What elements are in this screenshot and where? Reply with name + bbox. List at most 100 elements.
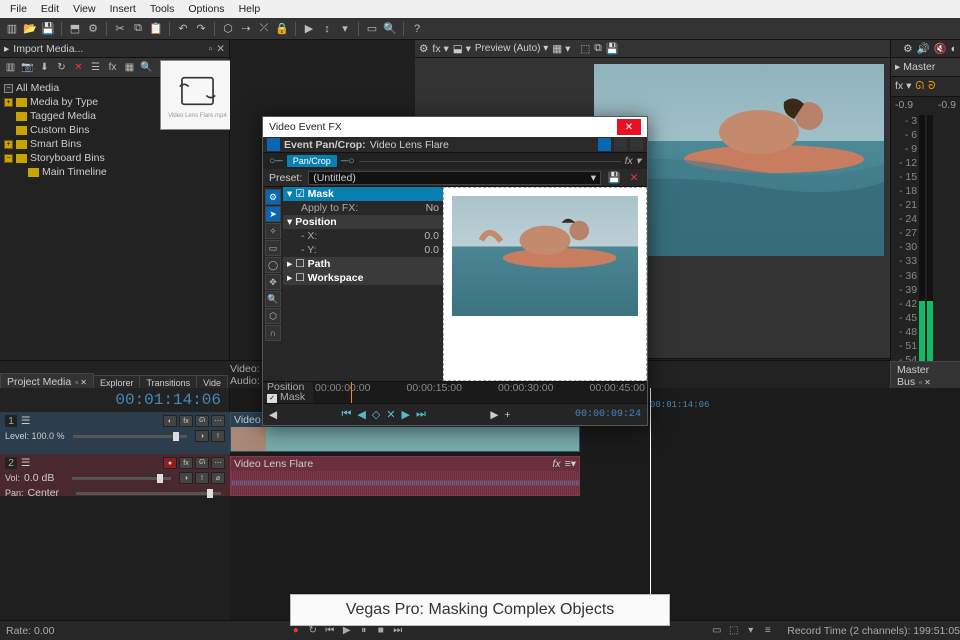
menu-view[interactable]: View: [67, 2, 102, 16]
fx-icon[interactable]: fx: [179, 457, 193, 469]
tab-master-bus[interactable]: Master Bus▫ ✕: [890, 361, 960, 390]
save-icon[interactable]: 💾: [606, 42, 619, 55]
mask-section[interactable]: ▾ ☑Mask: [283, 187, 443, 201]
automation-icon[interactable]: ᘏ: [195, 415, 209, 427]
ripple-icon[interactable]: ⇢: [238, 21, 254, 37]
dialog-titlebar[interactable]: Video Event FX ✕: [263, 117, 647, 137]
panel-close-icon[interactable]: ✕: [216, 43, 225, 55]
keyframe-cursor[interactable]: [351, 382, 352, 403]
paste-icon[interactable]: 📋: [148, 21, 164, 37]
pan-slider[interactable]: [76, 492, 221, 495]
delete-preset-icon[interactable]: ✕: [627, 171, 641, 185]
grid-icon[interactable]: [614, 138, 627, 151]
properties-icon[interactable]: ⚙: [85, 21, 101, 37]
marker-icon[interactable]: ▾: [743, 624, 758, 638]
solo-button[interactable]: !: [195, 472, 209, 484]
fit-icon[interactable]: ⬚: [726, 624, 741, 638]
menu-help[interactable]: Help: [233, 2, 267, 16]
preview-quality-dropdown[interactable]: Preview (Auto) ▾: [475, 43, 548, 54]
first-key-icon[interactable]: ⏮: [341, 408, 351, 421]
tab-close-icon[interactable]: ▫ ✕: [75, 378, 87, 387]
add-key-icon[interactable]: ◇: [372, 408, 380, 421]
open-icon[interactable]: 📂: [22, 21, 38, 37]
expand-icon[interactable]: ▸: [895, 61, 900, 73]
scroll-icon[interactable]: ≡: [760, 624, 775, 638]
more-icon[interactable]: ⋯: [211, 457, 225, 469]
solo-button[interactable]: !: [211, 430, 225, 442]
get-icon[interactable]: ⬇: [37, 60, 52, 75]
snap-tool[interactable]: ⬡: [265, 308, 281, 324]
snap-icon[interactable]: ⬡: [220, 21, 236, 37]
workspace-section[interactable]: ▸ ☐Workspace: [283, 271, 443, 285]
props-icon[interactable]: ☰: [88, 60, 103, 75]
mute-button[interactable]: ◑: [179, 472, 193, 484]
audio-clip[interactable]: Video Lens Flarefx≡▾: [230, 456, 580, 496]
video-track-header[interactable]: 1 ☰ ◐fxᘏ⋯ Level: 100.0 %◑!: [0, 412, 230, 454]
automation-icon[interactable]: ᘏ: [915, 80, 924, 93]
prev-key-icon[interactable]: ◀: [357, 408, 365, 421]
zoom-icon[interactable]: ▭: [709, 624, 724, 638]
tree-item[interactable]: −Storyboard Bins: [4, 151, 225, 165]
pan-crop-preview[interactable]: [443, 187, 647, 381]
zoom-icon[interactable]: 🔍: [382, 21, 398, 37]
autocross-icon[interactable]: ⤫: [256, 21, 272, 37]
mute-button[interactable]: ◑: [195, 430, 209, 442]
oval-tool[interactable]: ◯: [265, 257, 281, 273]
vol-slider[interactable]: [72, 477, 171, 480]
split-icon[interactable]: ⬓ ▾: [453, 43, 471, 55]
level-slider[interactable]: [73, 435, 187, 438]
scroll-left-icon[interactable]: ◀: [269, 409, 277, 421]
arrow-tool[interactable]: ➤: [265, 206, 281, 222]
audio-track-header[interactable]: 2 ☰ ●fxᘏ⋯ Vol:0.0 dB◑!⌀ Pan:Center: [0, 454, 230, 496]
fx-icon[interactable]: fx: [179, 415, 193, 427]
menu-tools[interactable]: Tools: [144, 2, 181, 16]
clip-fx-icon[interactable]: fx: [552, 458, 560, 470]
pan-crop-node[interactable]: Pan/Crop: [287, 155, 337, 167]
list-icon[interactable]: [598, 138, 611, 151]
tree-item[interactable]: Main Timeline: [4, 165, 225, 179]
save-icon[interactable]: 💾: [40, 21, 56, 37]
anchor-tool[interactable]: ✧: [265, 223, 281, 239]
video-event-fx-dialog[interactable]: Video Event FX ✕ Event Pan/Crop: Video L…: [262, 116, 648, 426]
marker-icon[interactable]: ▾: [337, 21, 353, 37]
last-key-icon[interactable]: ⏭: [416, 408, 426, 421]
expand-icon[interactable]: ▸: [4, 43, 9, 55]
magnet-tool[interactable]: ∩: [265, 325, 281, 341]
automation-icon[interactable]: ᘏ: [195, 457, 209, 469]
chain-icon[interactable]: [267, 138, 280, 151]
cut-icon[interactable]: ✂: [112, 21, 128, 37]
fx-icon[interactable]: fx ▾: [432, 43, 448, 55]
zoom-icon[interactable]: +: [504, 409, 510, 421]
media-thumbnail[interactable]: Video Lens Flare.mp4: [160, 60, 235, 130]
fx-icon[interactable]: fx: [105, 60, 120, 75]
search-icon[interactable]: 🔍: [139, 60, 154, 75]
scroll-right-icon[interactable]: ▶: [490, 409, 498, 421]
save-preset-icon[interactable]: 💾: [607, 171, 621, 185]
pos-y-row[interactable]: - Y:0.0: [283, 243, 443, 257]
copy-icon[interactable]: ⧉: [130, 21, 146, 37]
new-icon[interactable]: ▥: [3, 60, 18, 75]
capture-icon[interactable]: 📷: [20, 60, 35, 75]
path-section[interactable]: ▸ ☐Path: [283, 257, 443, 271]
grid-icon[interactable]: ▦ ▾: [552, 43, 570, 55]
cursor-icon[interactable]: ↕: [319, 21, 335, 37]
automation-icon[interactable]: ᘐ: [928, 80, 935, 93]
dim-icon[interactable]: ◐: [951, 43, 957, 55]
menu-options[interactable]: Options: [182, 2, 230, 16]
rect-tool[interactable]: ▭: [265, 240, 281, 256]
menu-insert[interactable]: Insert: [104, 2, 142, 16]
tool-icon[interactable]: ▭: [364, 21, 380, 37]
undo-icon[interactable]: ↶: [175, 21, 191, 37]
gear-icon[interactable]: ⚙: [903, 43, 912, 55]
del-key-icon[interactable]: ✕: [386, 408, 395, 421]
copy-icon[interactable]: ⧉: [594, 42, 602, 55]
play-icon[interactable]: ▶: [301, 21, 317, 37]
pos-x-row[interactable]: - X:0.0: [283, 229, 443, 243]
whatsthis-icon[interactable]: ?: [409, 21, 425, 37]
grid2-icon[interactable]: [630, 138, 643, 151]
lock-icon[interactable]: 🔒: [274, 21, 290, 37]
record-arm-button[interactable]: ●: [163, 457, 177, 469]
project-icon[interactable]: ▥: [4, 21, 20, 37]
close-button[interactable]: ✕: [617, 119, 641, 135]
clip-menu-icon[interactable]: ≡▾: [565, 458, 576, 470]
